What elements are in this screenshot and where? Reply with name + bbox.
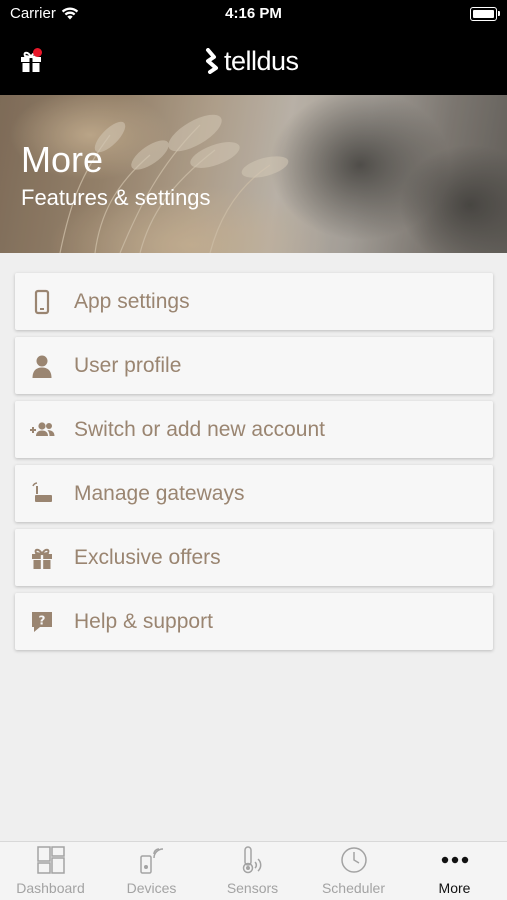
page-title: More	[21, 139, 104, 180]
menu-item-label: App settings	[74, 290, 190, 313]
menu-item-help-support[interactable]: ? Help & support	[15, 593, 493, 650]
menu-item-label: Switch or add new account	[74, 418, 325, 441]
phone-icon	[34, 289, 50, 315]
devices-icon	[140, 848, 164, 874]
battery-icon	[470, 7, 500, 21]
menu-item-app-settings[interactable]: App settings	[15, 273, 493, 330]
gift-icon	[32, 548, 52, 569]
clock-icon	[341, 847, 367, 873]
tab-sensors[interactable]: Sensors	[202, 842, 303, 900]
add-users-icon	[30, 422, 55, 436]
tab-scheduler[interactable]: Scheduler	[303, 842, 404, 900]
menu-item-label: Manage gateways	[74, 482, 245, 505]
menu-item-label: Exclusive offers	[74, 546, 221, 569]
tab-label: Devices	[126, 880, 177, 896]
telldus-mark-icon	[206, 48, 218, 74]
tab-bar: Dashboard Devices Sensors Scheduler More	[0, 841, 507, 900]
page-subtitle: Features & settings	[21, 185, 211, 210]
hero-banner: More Features & settings	[0, 95, 507, 253]
menu-item-label: User profile	[74, 354, 182, 377]
tab-devices[interactable]: Devices	[101, 842, 202, 900]
menu-item-manage-gateways[interactable]: Manage gateways	[15, 465, 493, 522]
tab-label: Sensors	[226, 880, 279, 896]
tab-label: Dashboard	[16, 880, 85, 896]
menu-item-switch-account[interactable]: Switch or add new account	[15, 401, 493, 458]
gateway-icon	[32, 482, 52, 502]
dashboard-icon	[37, 846, 65, 874]
status-time: 4:16 PM	[225, 5, 282, 22]
tab-label: Scheduler	[321, 880, 386, 896]
nav-header: telldus	[0, 30, 507, 95]
status-bar: Carrier 4:16 PM	[0, 0, 507, 30]
user-icon	[32, 355, 52, 378]
menu-item-label: Help & support	[74, 610, 213, 633]
tab-more[interactable]: More	[404, 842, 505, 900]
notification-badge	[33, 48, 42, 57]
menu-item-exclusive-offers[interactable]: Exclusive offers	[15, 529, 493, 586]
tab-dashboard[interactable]: Dashboard	[0, 842, 101, 900]
menu-item-user-profile[interactable]: User profile	[15, 337, 493, 394]
more-dots-icon	[441, 856, 469, 864]
svg-text:?: ?	[39, 614, 46, 628]
tab-label: More	[438, 880, 471, 896]
help-bubble-icon: ?	[32, 612, 52, 632]
sensors-icon	[242, 846, 262, 874]
telldus-logo: telldus	[205, 44, 299, 78]
menu-list: App settings User profile Switch or add …	[15, 273, 493, 657]
logo-text: telldus	[224, 45, 299, 76]
